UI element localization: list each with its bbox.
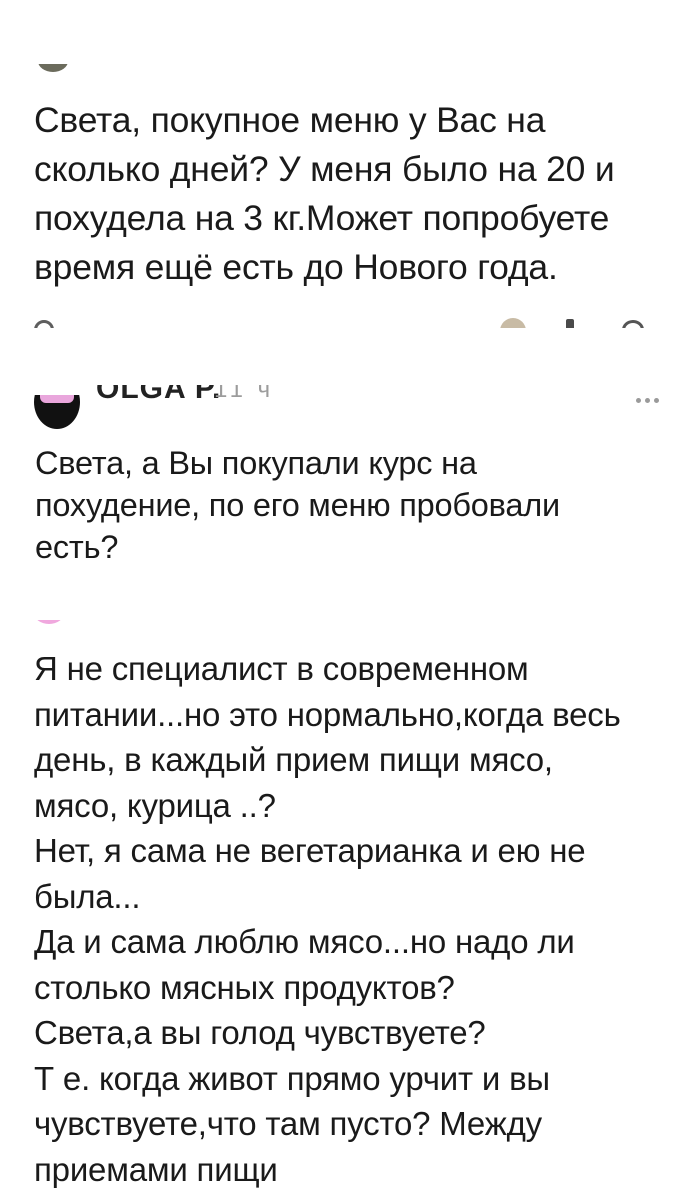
comment-line: чувствуете,что там пусто? Между (34, 1105, 542, 1142)
comment-text: Света, а Вы покупали курс на похудение, п… (35, 442, 655, 568)
comment-line: день, в каждый прием пищи мясо, (34, 741, 553, 778)
comment-line: Света,а вы голод чувствуете? (34, 1014, 486, 1051)
comment-2: OLGA P. 11 ч Света, а Вы покупали курс н… (0, 385, 675, 600)
comment-line: была... (34, 877, 141, 915)
comment-1: Света, покупное меню у Вас на сколько дне… (0, 0, 675, 340)
comment-count-icon[interactable] (622, 320, 644, 328)
comment-line: Света, а Вы покупали курс на (35, 445, 477, 481)
comment-line: Т е. когда живот прямо урчит и вы (34, 1059, 550, 1097)
user-avatar[interactable] (34, 395, 80, 429)
comment-line: Да и сама люблю мясо...но надо ли (34, 923, 575, 960)
comment-line: есть? (35, 529, 119, 565)
comment-time-text: 11 ч (214, 385, 275, 403)
comment-line: Нет, я сама не вегетарианка и ею не (34, 832, 586, 869)
comment-line: похудение, по его меню пробовали (35, 487, 560, 523)
comment-line: сколько дней? У меня было на 20 и (34, 149, 615, 189)
comment-line: мясо, курица ..? (34, 786, 276, 824)
comment-line: время ещё есть до Нового года. (34, 247, 558, 287)
comment-3: Я не специалист в современном питании...н… (0, 612, 675, 1200)
comment-text: Света, покупное меню у Вас на сколько дне… (34, 96, 675, 292)
comment-line: Света, покупное меню у Вас на (34, 100, 546, 140)
comment-line: питании...но это нормально,когда весь (34, 695, 621, 733)
comment-actions (0, 316, 675, 328)
comment-text: Я не специалист в современном питании...н… (34, 646, 675, 1192)
comment-time: 11 ч (214, 385, 274, 409)
more-icon[interactable] (636, 395, 664, 405)
user-avatar[interactable] (34, 620, 64, 626)
like-icon[interactable] (566, 319, 574, 328)
comment-line: столько мясных продуктов? (34, 968, 455, 1006)
author-name-text: OLGA P. (96, 385, 222, 405)
comment-line: приемами пищи (34, 1150, 278, 1188)
user-avatar[interactable] (38, 64, 68, 78)
comment-line: похудела на 3 кг.Может попробуете (34, 198, 610, 238)
reaction-avatar[interactable] (500, 318, 526, 328)
comments-screen: Света, покупное меню у Вас на сколько дне… (0, 0, 675, 1200)
comment-line: Я не специалист в современном (34, 650, 529, 687)
author-name[interactable]: OLGA P. (96, 385, 221, 409)
reply-icon[interactable] (34, 320, 54, 328)
